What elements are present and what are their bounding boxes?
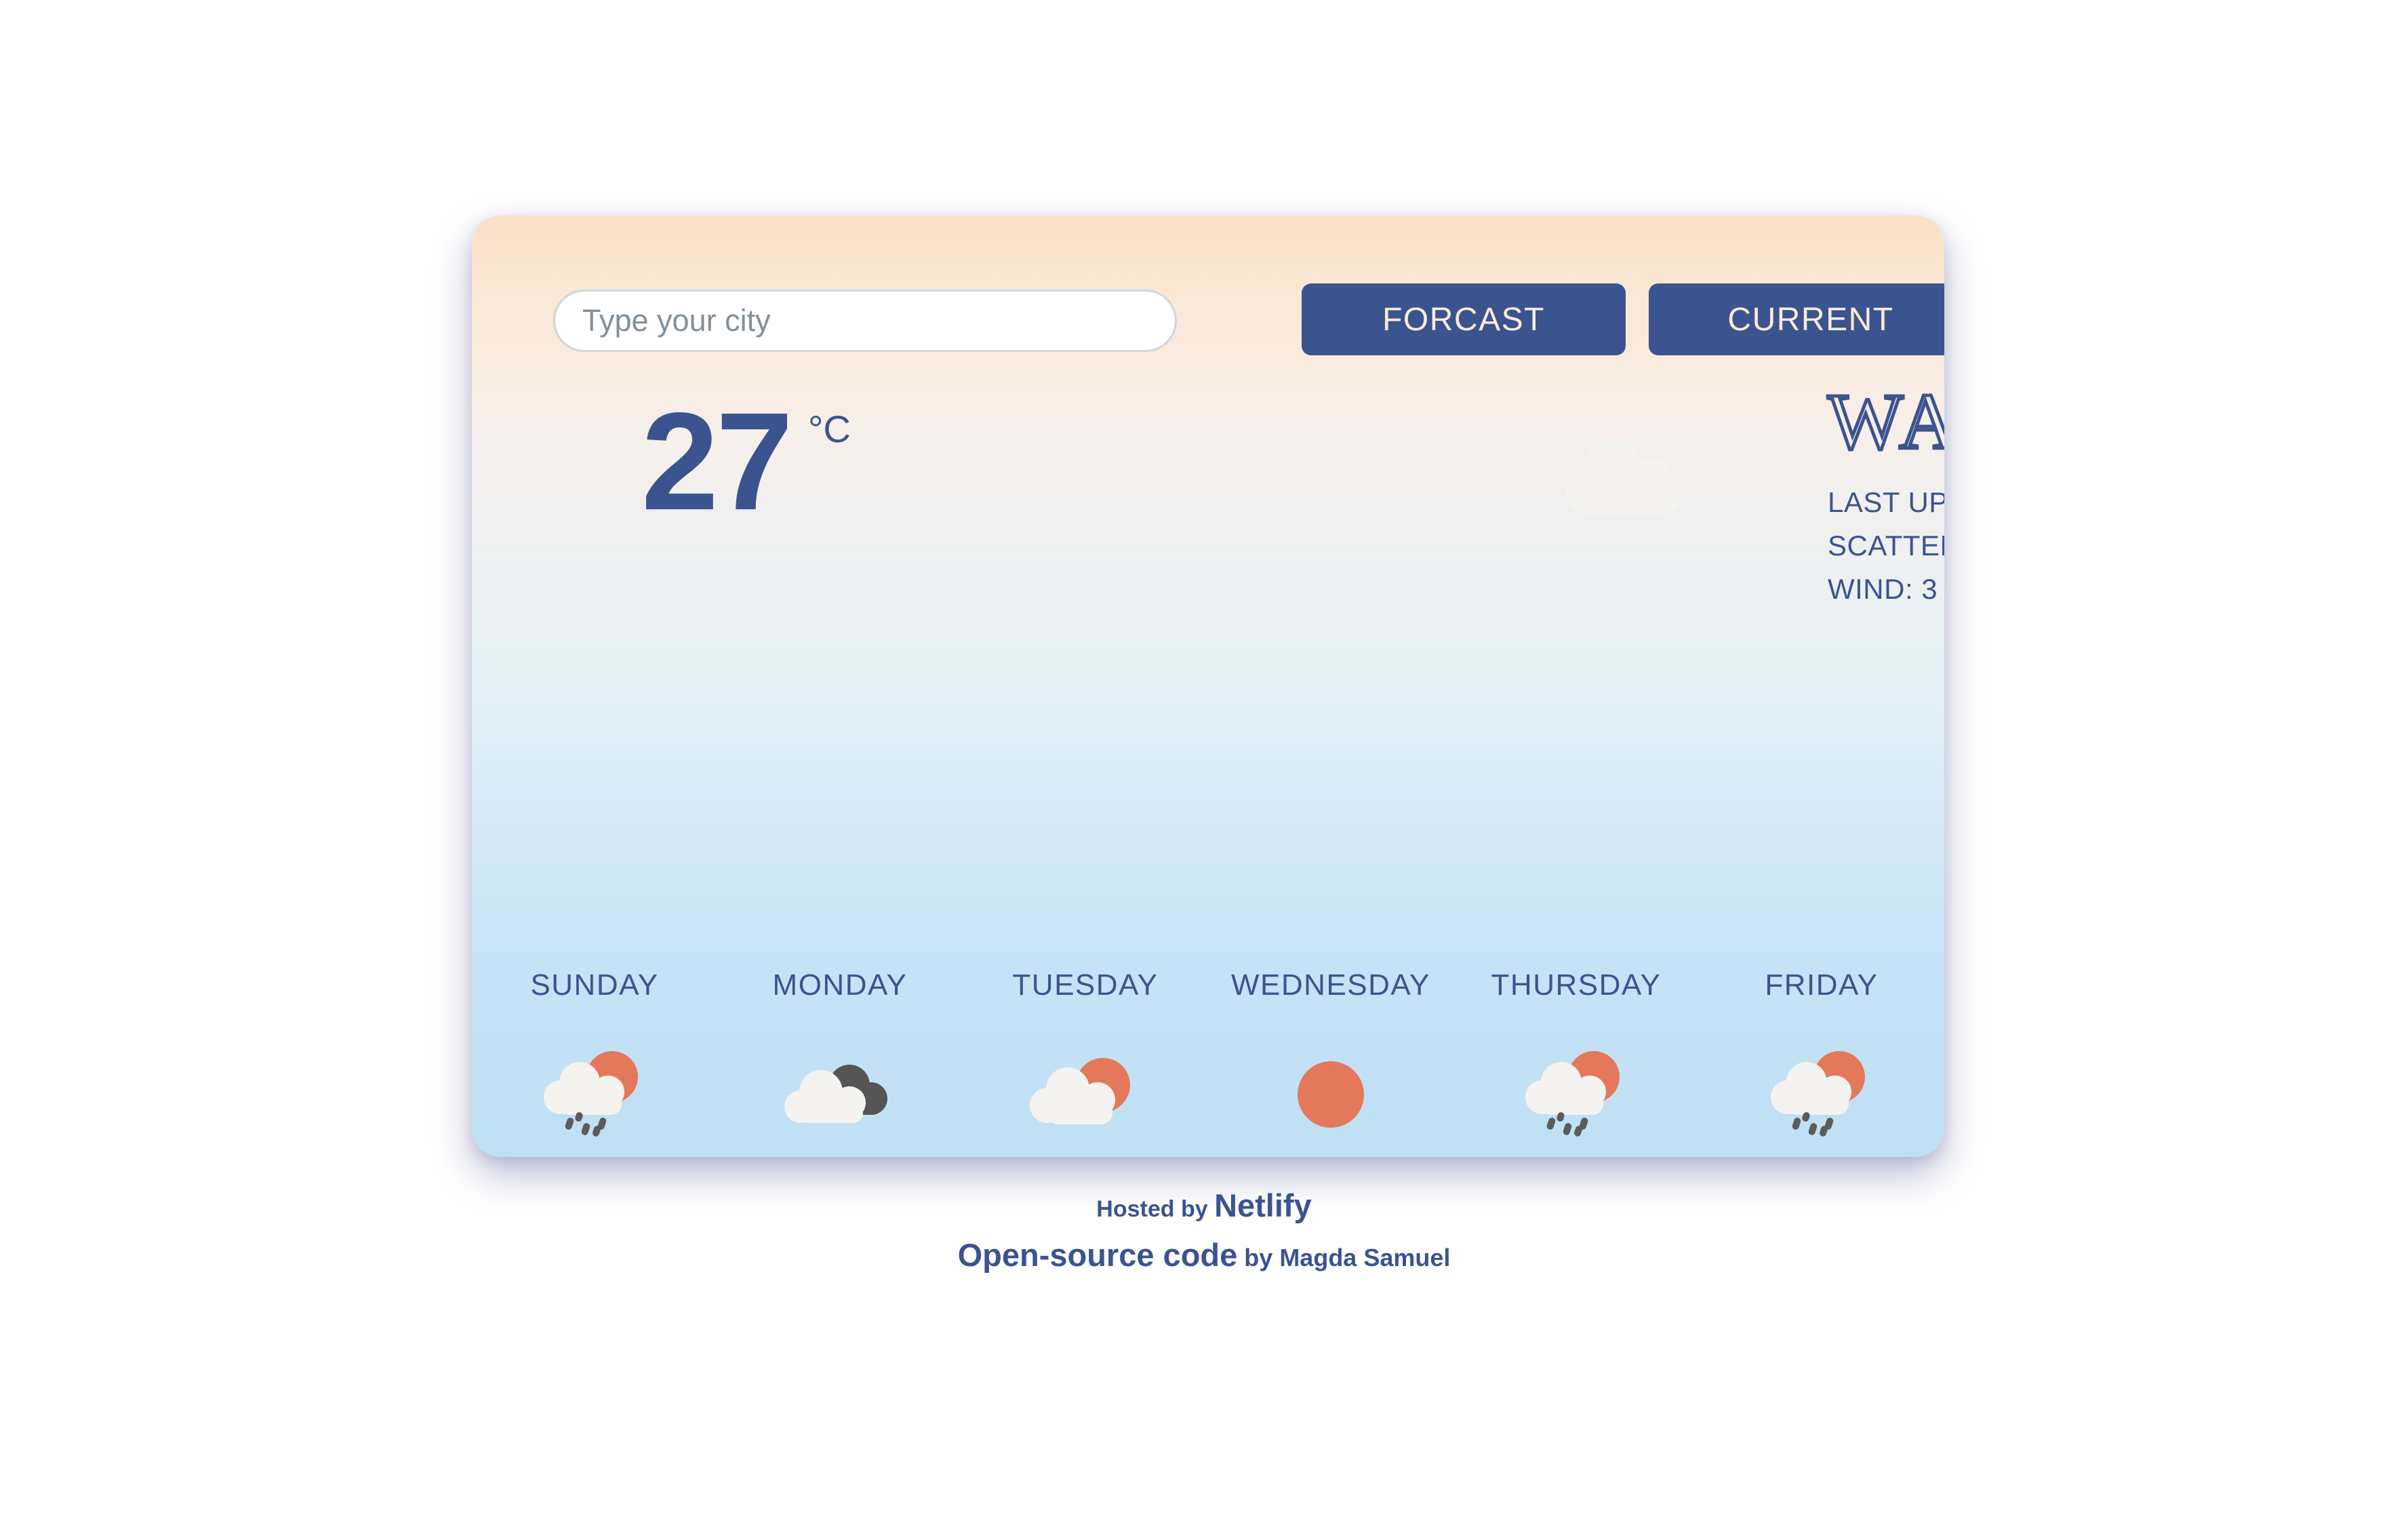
forecast-day-label: TUESDAY (1012, 968, 1159, 1002)
current-temperature-unit: °C (808, 408, 851, 450)
forecast-day-label: FRIDAY (1765, 968, 1879, 1002)
netlify-link[interactable]: Netlify (1214, 1187, 1312, 1223)
forecast-day-label: THURSDAY (1491, 968, 1662, 1002)
forecast-day-label: WEDNESDAY (1231, 968, 1430, 1002)
forecast-day-4: THURSDAY (1453, 968, 1699, 1157)
forecast-button[interactable]: FORCAST (1302, 283, 1626, 355)
author-prefix: by (1244, 1244, 1273, 1271)
sun-cloud-rain-icon (1515, 1050, 1637, 1138)
city-name: WARSAW (1826, 376, 1945, 467)
sun-cloud-icon (1024, 1050, 1146, 1138)
forecast-day-2: TUESDAY 32° 20° (963, 968, 1208, 1157)
hosted-by-label: Hosted by (1096, 1196, 1208, 1222)
forecast-day-label: MONDAY (772, 968, 908, 1002)
city-info: WARSAW LAST UPDATED: SUNDAY, 18:43 SCATT… (1826, 376, 1945, 609)
author-name: Magda Samuel (1279, 1244, 1451, 1271)
current-temperature-value: 27 (641, 384, 793, 539)
open-source-link[interactable]: Open-source code (958, 1237, 1238, 1273)
weather-description-text: SCATTERED CLOUDS (1828, 530, 1944, 562)
current-conditions: 27 °C WARSAW LAST UPDATED: SUNDAY, 18:43… (472, 376, 1944, 623)
forecast-day-label: SUNDAY (530, 968, 659, 1002)
forecast-day-1: MONDAY 31° (717, 968, 963, 1157)
forecast-day-0: SUNDAY (472, 968, 717, 1157)
search-row: FORCAST CURRENT (553, 283, 1944, 358)
sun-cloud-rain-icon (534, 1050, 656, 1138)
hosted-by-line: Hosted by Netlify (0, 1187, 2408, 1224)
current-button[interactable]: CURRENT (1649, 283, 1944, 355)
search-input[interactable] (553, 290, 1177, 352)
sun-icon (1270, 1050, 1392, 1138)
page-footer: Hosted by Netlify Open-source code by Ma… (0, 1187, 2408, 1274)
wind-text: WIND: 3 KM/H (1828, 572, 1944, 605)
forecast-day-3: WEDNESDAY 31° 21° (1208, 968, 1453, 1157)
open-source-line: Open-source code by Magda Samuel (0, 1236, 2408, 1274)
forecast-strip: SUNDAY MONDAY TUESDAY WEDNESDAY THURSDAY… (472, 968, 1944, 1157)
forecast-day-5: FRIDAY (1699, 968, 1944, 1157)
cloud-icon (1550, 431, 1706, 523)
last-updated-text: LAST UPDATED: SUNDAY, 18:43 (1828, 486, 1944, 519)
weather-card: FORCAST CURRENT 27 °C WARSAW LAST UPDATE… (472, 216, 1944, 1157)
broken-clouds-icon (779, 1050, 901, 1138)
current-temperature-group: 27 °C (641, 392, 851, 531)
sun-cloud-rain-icon (1761, 1050, 1883, 1138)
